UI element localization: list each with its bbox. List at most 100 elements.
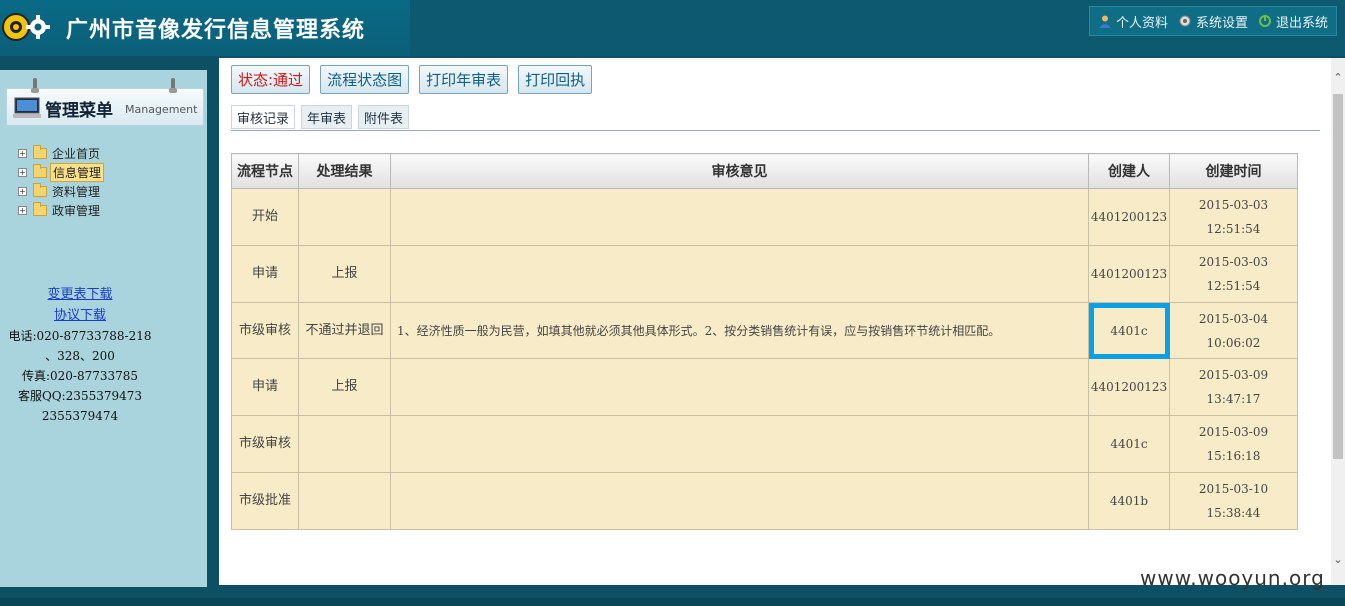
table-header-row: 流程节点 处理结果 审核意见 创建人 创建时间 bbox=[231, 153, 1298, 189]
time-cell: 2015-03-09 15:16:18 bbox=[1169, 415, 1298, 473]
clock-text: 12:51:54 bbox=[1206, 279, 1261, 293]
opinion-cell bbox=[390, 188, 1089, 246]
fax-text: 传真:020-87733785 bbox=[21, 369, 139, 383]
folder-icon bbox=[33, 202, 47, 216]
node-cell: 开始 bbox=[231, 188, 299, 246]
qq-text: 客服QQ:2355379473 bbox=[17, 389, 143, 403]
result-cell: 上报 bbox=[298, 245, 391, 303]
menu-item-label: 企业首页 bbox=[52, 147, 101, 161]
node-cell: 市级批准 bbox=[231, 472, 299, 530]
header-title-area: 广州市音像发行信息管理系统 bbox=[0, 0, 410, 56]
menu-item-home[interactable]: + 企业首页 bbox=[18, 144, 104, 163]
menu-subtitle: Management bbox=[125, 103, 198, 116]
gear-icon bbox=[1179, 15, 1191, 27]
date-text: 2015-03-10 bbox=[1198, 482, 1269, 496]
menu-item-review-management[interactable]: + 政审管理 bbox=[18, 201, 104, 220]
vertical-scrollbar[interactable]: ⌃ ⌄ bbox=[1331, 58, 1345, 585]
print-receipt-button[interactable]: 打印回执 bbox=[518, 65, 593, 94]
toolbar: 状态:通过 流程状态图 打印年审表 打印回执 bbox=[231, 65, 593, 94]
scrollbar-thumb[interactable] bbox=[1333, 94, 1343, 459]
menu-item-data-management[interactable]: + 资料管理 bbox=[18, 182, 104, 201]
pin-icon bbox=[31, 78, 39, 93]
user-icon bbox=[1098, 15, 1111, 28]
creator-cell: 4401b bbox=[1088, 472, 1170, 530]
settings-link[interactable]: 系统设置 bbox=[1178, 12, 1248, 31]
expand-icon[interactable]: + bbox=[18, 149, 27, 158]
node-cell: 申请 bbox=[231, 245, 299, 303]
scroll-up-icon[interactable]: ⌃ bbox=[1331, 70, 1345, 86]
opinion-cell bbox=[390, 358, 1089, 416]
clock-text: 15:38:44 bbox=[1206, 506, 1261, 520]
folder-icon bbox=[33, 145, 47, 159]
app-header: 广州市音像发行信息管理系统 个人资料 系统设置 退出系统 bbox=[0, 0, 1345, 56]
expand-icon[interactable]: + bbox=[18, 206, 27, 215]
clock-text: 13:47:17 bbox=[1206, 392, 1261, 406]
column-header: 处理结果 bbox=[298, 153, 391, 189]
contact-info: 变更表下载 协议下载 电话:020-87733788-218 、328、200 … bbox=[0, 284, 160, 426]
phone-text: 电话:020-87733788-218 bbox=[8, 329, 152, 343]
menu-item-info-management[interactable]: + 信息管理 bbox=[18, 163, 105, 182]
column-header: 流程节点 bbox=[231, 153, 299, 189]
node-cell: 市级审核 bbox=[231, 302, 299, 359]
scroll-down-icon[interactable]: ⌄ bbox=[1331, 552, 1345, 568]
column-header: 审核意见 bbox=[390, 153, 1089, 189]
footer-bar bbox=[0, 598, 1345, 606]
settings-link-label: 系统设置 bbox=[1195, 15, 1248, 31]
result-cell bbox=[298, 188, 391, 246]
tab-divider bbox=[231, 130, 1320, 131]
exit-icon bbox=[1258, 15, 1271, 27]
result-cell bbox=[298, 415, 391, 473]
menu-item-label: 政审管理 bbox=[52, 204, 101, 218]
time-cell: 2015-03-03 12:51:54 bbox=[1169, 188, 1298, 246]
date-text: 2015-03-09 bbox=[1198, 368, 1269, 382]
status-button[interactable]: 状态:通过 bbox=[231, 65, 311, 94]
tab-bar: 审核记录 年审表 附件表 bbox=[231, 105, 410, 129]
table-row: 开始 4401200123 2015-03-03 12:51:54 bbox=[231, 188, 1298, 246]
expand-icon[interactable]: + bbox=[18, 187, 27, 196]
profile-link[interactable]: 个人资料 bbox=[1098, 12, 1168, 31]
clock-text: 10:06:02 bbox=[1206, 335, 1261, 350]
flow-chart-button[interactable]: 流程状态图 bbox=[320, 65, 410, 94]
top-link-bar: 个人资料 系统设置 退出系统 bbox=[1088, 6, 1337, 36]
folder-icon bbox=[33, 183, 47, 197]
opinion-cell bbox=[390, 245, 1089, 303]
table-row: 市级审核 不通过并退回 1、经济性质一般为民营，如填其他就必须其他具体形式。2、… bbox=[231, 302, 1298, 359]
result-cell bbox=[298, 472, 391, 530]
date-text: 2015-03-03 bbox=[1198, 198, 1269, 212]
clock-text: 15:16:18 bbox=[1206, 449, 1261, 463]
opinion-cell bbox=[390, 415, 1089, 473]
tab-attachments[interactable]: 附件表 bbox=[358, 105, 410, 129]
result-cell: 上报 bbox=[298, 358, 391, 416]
creator-cell: 4401200123 bbox=[1088, 358, 1170, 416]
date-text: 2015-03-03 bbox=[1198, 255, 1269, 269]
watermark-text: www.wooyun.org bbox=[1140, 566, 1325, 590]
column-header: 创建人 bbox=[1088, 153, 1170, 189]
table-row: 市级批准 4401b 2015-03-10 15:38:44 bbox=[231, 472, 1298, 530]
creator-cell: 4401200123 bbox=[1088, 188, 1170, 246]
node-cell: 申请 bbox=[231, 358, 299, 416]
menu-header: 管理菜单 Management bbox=[6, 78, 204, 126]
result-cell: 不通过并退回 bbox=[298, 302, 391, 359]
creator-cell: 4401c bbox=[1088, 415, 1170, 473]
app-title: 广州市音像发行信息管理系统 bbox=[66, 18, 366, 43]
menu-tree: + 企业首页 + 信息管理 + 资料管理 + 政审管理 bbox=[18, 144, 105, 220]
tab-annual-form[interactable]: 年审表 bbox=[301, 105, 353, 129]
main-content: 状态:通过 流程状态图 打印年审表 打印回执 审核记录 年审表 附件表 流程节点… bbox=[219, 58, 1331, 585]
menu-item-label: 信息管理 bbox=[50, 163, 105, 182]
change-form-download-link[interactable]: 变更表下载 bbox=[47, 287, 112, 302]
time-cell: 2015-03-10 15:38:44 bbox=[1169, 472, 1298, 530]
folder-icon bbox=[33, 164, 47, 178]
phone-extension-text: 、328、200 bbox=[45, 349, 115, 363]
tab-review-records[interactable]: 审核记录 bbox=[231, 105, 296, 129]
print-annual-button[interactable]: 打印年审表 bbox=[419, 65, 509, 94]
logout-link[interactable]: 退出系统 bbox=[1258, 12, 1328, 31]
expand-icon[interactable]: + bbox=[18, 168, 27, 177]
creator-cell-highlighted: 4401c bbox=[1088, 302, 1170, 359]
opinion-cell bbox=[390, 472, 1089, 530]
creator-cell: 4401200123 bbox=[1088, 245, 1170, 303]
agreement-download-link[interactable]: 协议下载 bbox=[54, 308, 106, 323]
logout-link-label: 退出系统 bbox=[1275, 15, 1328, 31]
opinion-cell: 1、经济性质一般为民营，如填其他就必须其他具体形式。2、按分类销售统计有误，应与… bbox=[390, 302, 1089, 359]
logo-gear-icon bbox=[2, 13, 50, 41]
table-row: 申请 上报 4401200123 2015-03-03 12:51:54 bbox=[231, 245, 1298, 303]
